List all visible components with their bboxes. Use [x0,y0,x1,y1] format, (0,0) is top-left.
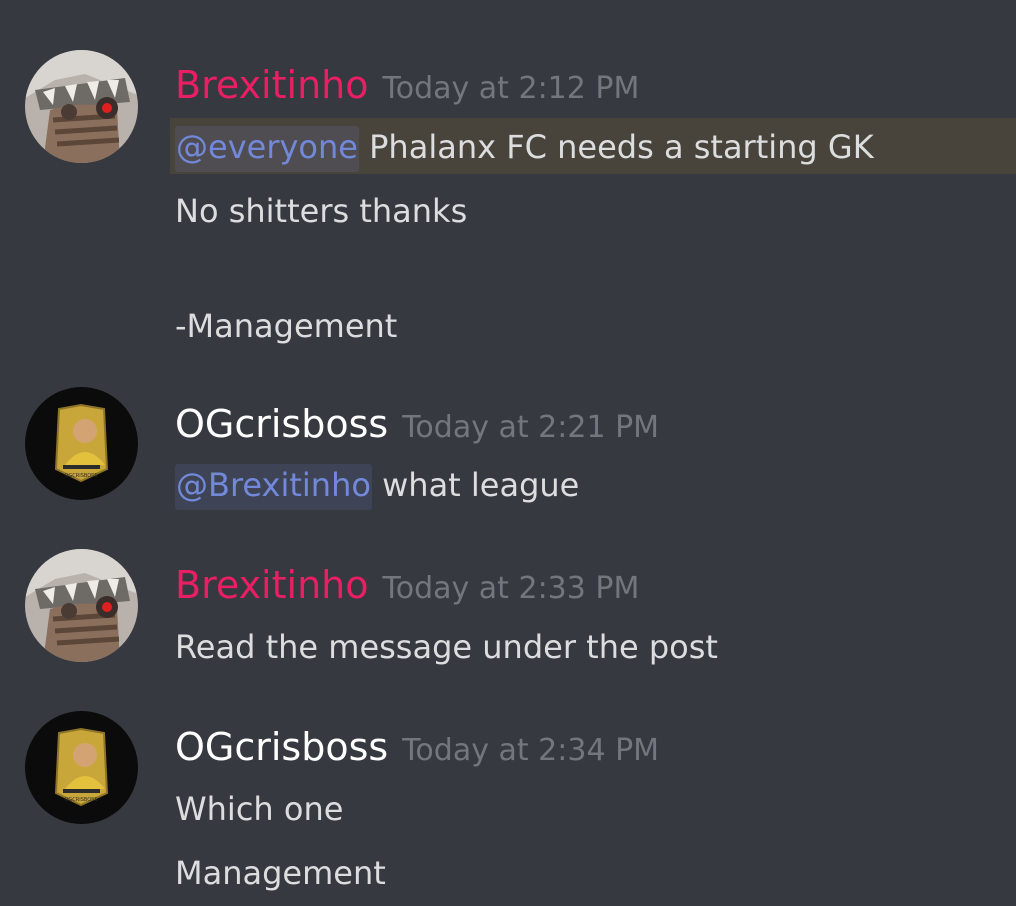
timestamp[interactable]: Today at 2:21 PM [402,413,659,443]
timestamp[interactable]: Today at 2:12 PM [383,74,640,104]
mention-highlight: @everyone Phalanx FC needs a starting GK [170,118,1016,174]
masked-character-avatar-icon [25,549,138,662]
timestamp[interactable]: Today at 2:34 PM [402,736,659,766]
message-line: @everyone Phalanx FC needs a starting GK [175,126,874,172]
card-logo-text: OGCRISBOSS [64,473,97,479]
username[interactable]: Brexitinho [175,66,369,104]
username[interactable]: OGcrisboss [175,728,388,766]
message-header: OGcrisboss Today at 2:34 PM [175,728,659,766]
chat-messages: Brexitinho Today at 2:12 PM @everyone Pha… [0,0,1016,906]
player-card-avatar-icon: OGCRISBOSS [25,711,138,824]
message-text: -Management [175,307,398,345]
brexitinho-avatar[interactable] [25,549,138,662]
timestamp[interactable]: Today at 2:33 PM [383,574,640,604]
message-header: OGcrisboss Today at 2:21 PM [175,405,659,443]
message-line: @Brexitinho what league [175,464,580,510]
user-mention[interactable]: @Brexitinho [175,464,372,510]
card-logo-text: OGCRISBOSS [64,797,97,803]
ogcrisboss-avatar[interactable]: OGCRISBOSS [25,711,138,824]
player-card-avatar-icon: OGCRISBOSS [25,387,138,500]
message-text: Which one [175,790,344,828]
message-text: Management [175,854,386,892]
message-header: Brexitinho Today at 2:12 PM [175,66,639,104]
username[interactable]: OGcrisboss [175,405,388,443]
brexitinho-avatar[interactable] [25,50,138,163]
message-text: No shitters thanks [175,192,468,230]
message-text: Read the message under the post [175,628,718,666]
message-text: what league [382,466,580,504]
ogcrisboss-avatar[interactable]: OGCRISBOSS [25,387,138,500]
message-header: Brexitinho Today at 2:33 PM [175,566,639,604]
username[interactable]: Brexitinho [175,566,369,604]
message-text: Phalanx FC needs a starting GK [369,128,874,166]
everyone-mention[interactable]: @everyone [175,126,359,172]
masked-character-avatar-icon [25,50,138,163]
